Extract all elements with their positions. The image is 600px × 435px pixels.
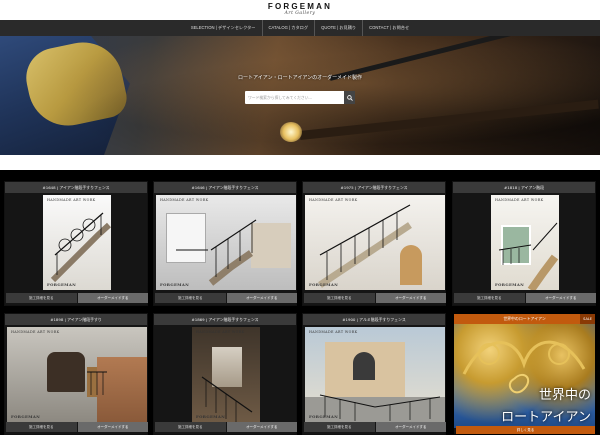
product-card[interactable]: #1646 | アイアン階段手すりフェンス HANDMADE ART WORK … [153, 181, 297, 306]
section-divider [0, 155, 600, 170]
promo-title: 世界中のロートアイアン [454, 314, 595, 324]
railing-illustration [176, 219, 257, 286]
watermark-title: HANDMADE ART WORK [160, 198, 209, 202]
card-actions: 施工詳細を見る オーダーメイドする [155, 422, 297, 432]
card-actions: 施工詳細を見る オーダーメイドする [6, 293, 148, 303]
hero-photo-forge-glow [280, 122, 302, 142]
view-details-button[interactable]: 施工詳細を見る [155, 422, 226, 432]
order-button[interactable]: オーダーメイドする [77, 422, 148, 432]
order-button[interactable]: オーダーメイドする [375, 422, 446, 432]
railing-illustration [50, 212, 111, 283]
nav-item-quote[interactable]: QUOTE | お見積り [314, 20, 362, 36]
card-actions: 施工詳細を見る オーダーメイドする [6, 422, 148, 432]
card-title: #1975 | アイアン階段手すりフェンス [303, 182, 445, 193]
promo-card[interactable]: 世界中のロートアイアン SALE 世界中の ロートアイアン 詳しく見る [453, 313, 596, 435]
watermark-title: HANDMADE ART WORK [196, 330, 245, 334]
site-header: FORGEMAN Art Gallery [0, 0, 600, 20]
view-details-button[interactable]: 施工詳細を見る [6, 293, 77, 303]
card-photo[interactable]: HANDMADE ART WORK FORGEMAN [305, 195, 445, 290]
logo-subtitle: Art Gallery [284, 11, 316, 16]
view-details-button[interactable]: 施工詳細を見る [304, 293, 375, 303]
railing-illustration [498, 222, 559, 290]
card-photo[interactable]: HANDMADE ART WORK FORGEMAN [7, 327, 147, 422]
card-actions: 施工詳細を見る オーダーメイドする [304, 293, 446, 303]
view-details-button[interactable]: 施工詳細を見る [304, 422, 375, 432]
watermark-title: HANDMADE ART WORK [309, 198, 358, 202]
card-photo[interactable]: HANDMADE ART WORK FORGEMAN [156, 195, 296, 290]
watermark-title: HANDMADE ART WORK [495, 198, 544, 202]
nav-item-selection[interactable]: SELECTION | デザインセレクター [185, 20, 262, 36]
card-title: #1818 | アイアン階段 [453, 182, 595, 193]
watermark-title: HANDMADE ART WORK [47, 198, 96, 202]
card-title: #1898 | アイアン階段手すり [5, 314, 147, 325]
railing-illustration [318, 204, 412, 288]
watermark-brand: FORGEMAN [309, 282, 339, 287]
product-card[interactable]: #1869 | アイアン階段手すりフェンス HANDMADE ART WORK … [153, 313, 297, 435]
logo-wordmark: FORGEMAN [267, 2, 333, 11]
promo-headline-line1: 世界中の [538, 388, 591, 403]
railing-illustration [201, 376, 253, 422]
search-button[interactable] [344, 91, 355, 104]
sale-badge: SALE [580, 314, 595, 324]
site-logo[interactable]: FORGEMAN Art Gallery [0, 3, 600, 17]
product-card[interactable]: #1900 | アルミ階段手すりフェンス HANDMADE ART WORK F… [302, 313, 446, 435]
hero-tagline: ロートアイアン・ロートアイアンのオーダーメイド製作 [238, 75, 362, 81]
search-input[interactable]: ワード検索から探してみてください... [248, 91, 312, 104]
order-button[interactable]: オーダーメイドする [226, 422, 297, 432]
watermark-brand: FORGEMAN [47, 282, 77, 287]
order-button[interactable]: オーダーメイドする [525, 293, 596, 303]
railing-illustration [319, 394, 441, 421]
order-button[interactable]: オーダーメイドする [375, 293, 446, 303]
promo-image[interactable]: 世界中の ロートアイアン [454, 324, 595, 428]
nav-item-catalog[interactable]: CATALOG | カタログ [261, 20, 315, 36]
view-details-button[interactable]: 施工詳細を見る [6, 422, 77, 432]
card-actions: 施工詳細を見る オーダーメイドする [155, 293, 297, 303]
card-title: #1900 | アルミ階段手すりフェンス [303, 314, 445, 325]
watermark-brand: FORGEMAN [196, 414, 226, 419]
watermark-title: HANDMADE ART WORK [309, 330, 358, 334]
watermark-title: HANDMADE ART WORK [11, 330, 60, 334]
card-actions: 施工詳細を見る オーダーメイドする [454, 293, 596, 303]
card-photo[interactable]: HANDMADE ART WORK FORGEMAN [192, 327, 260, 422]
product-card[interactable]: #1975 | アイアン階段手すりフェンス HANDMADE ART WORK … [302, 181, 446, 306]
card-photo[interactable]: HANDMADE ART WORK FORGEMAN [43, 195, 111, 290]
view-details-button[interactable]: 施工詳細を見る [454, 293, 525, 303]
promo-button[interactable]: 詳しく見る [456, 426, 595, 434]
card-title: #1869 | アイアン階段手すりフェンス [154, 314, 296, 325]
product-card[interactable]: #1648 | アイアン階段手すりフェンス HANDMADE ART WORK … [4, 181, 148, 306]
order-button[interactable]: オーダーメイドする [226, 293, 297, 303]
promo-headline-line2: ロートアイアン [501, 410, 591, 425]
hero-banner: ロートアイアン・ロートアイアンのオーダーメイド製作 ワード検索から探してみてくだ… [0, 36, 600, 155]
search-icon [346, 94, 353, 101]
main-nav: SELECTION | デザインセレクター CATALOG | カタログ QUO… [0, 20, 600, 36]
watermark-brand: FORGEMAN [160, 282, 190, 287]
railing-illustration [87, 371, 107, 395]
card-title: #1646 | アイアン階段手すりフェンス [154, 182, 296, 193]
product-card[interactable]: #1898 | アイアン階段手すり HANDMADE ART WORK FORG… [4, 313, 148, 435]
order-button[interactable]: オーダーメイドする [77, 293, 148, 303]
watermark-brand: FORGEMAN [309, 414, 339, 419]
hero-search-box: ワード検索から探してみてください... [245, 91, 355, 104]
view-details-button[interactable]: 施工詳細を見る [155, 293, 226, 303]
card-photo[interactable]: HANDMADE ART WORK FORGEMAN [491, 195, 559, 290]
card-photo[interactable]: HANDMADE ART WORK FORGEMAN [305, 327, 445, 422]
watermark-brand: FORGEMAN [11, 414, 41, 419]
card-actions: 施工詳細を見る オーダーメイドする [304, 422, 446, 432]
watermark-brand: FORGEMAN [495, 282, 525, 287]
product-card[interactable]: #1818 | アイアン階段 HANDMADE ART WORK FORGEMA… [452, 181, 596, 306]
card-title: #1648 | アイアン階段手すりフェンス [5, 182, 147, 193]
nav-item-contact[interactable]: CONTACT | お問合せ [362, 20, 415, 36]
